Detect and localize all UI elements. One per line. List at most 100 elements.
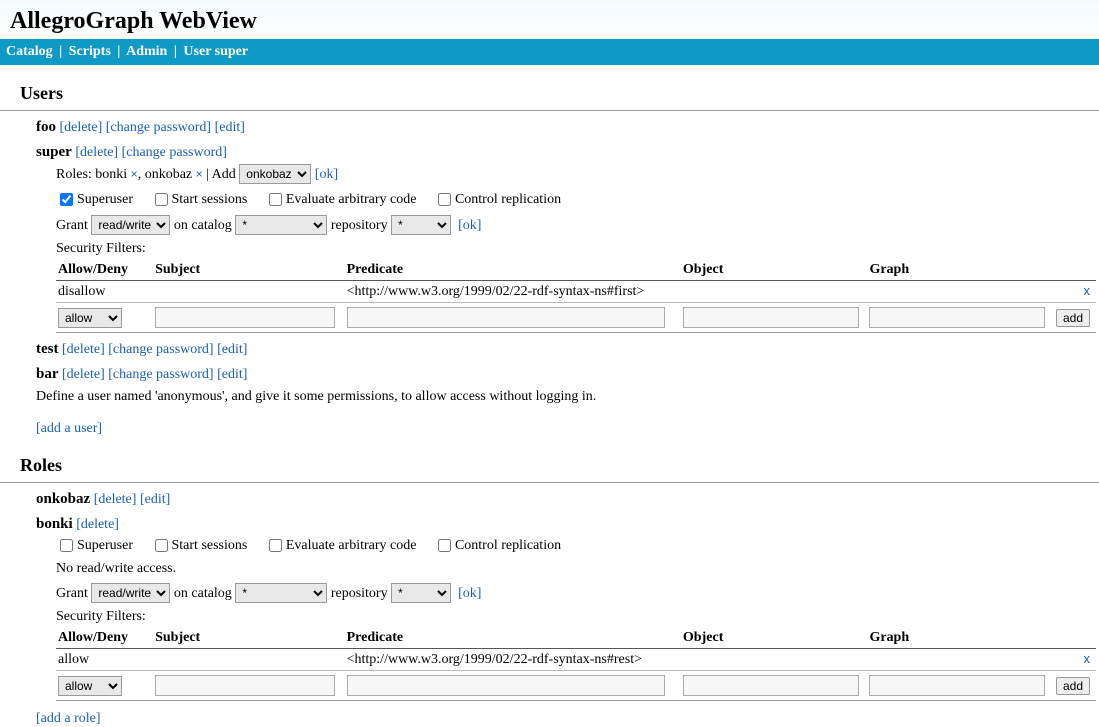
grant-ok[interactable]: [ok] bbox=[458, 218, 481, 233]
user-name: bar bbox=[36, 366, 59, 382]
user-name: foo bbox=[36, 119, 56, 135]
col-allow-deny: Allow/Deny bbox=[56, 260, 153, 281]
grant-row: Grant read/write on catalog * repository… bbox=[56, 212, 1099, 238]
change-password-link[interactable]: [change password] bbox=[122, 145, 227, 160]
change-password-link[interactable]: [change password] bbox=[108, 342, 213, 357]
remove-role-icon[interactable]: × bbox=[131, 167, 138, 181]
filter-predicate-input[interactable] bbox=[347, 307, 665, 328]
cb-control-replication[interactable] bbox=[438, 539, 451, 552]
add-role-ok[interactable]: [ok] bbox=[315, 167, 338, 182]
add-role-select[interactable]: onkobaz bbox=[239, 164, 311, 184]
no-rw-note: No read/write access. bbox=[56, 558, 1099, 580]
user-row-bar: bar [delete] [change password] [edit] bbox=[0, 358, 1099, 383]
role-row-onkobaz: onkobaz [delete] [edit] bbox=[0, 483, 1099, 508]
cb-eval-code[interactable] bbox=[269, 539, 282, 552]
edit-link[interactable]: [edit] bbox=[217, 367, 247, 382]
grant-rw-select[interactable]: read/write bbox=[91, 583, 170, 603]
nav-admin[interactable]: Admin bbox=[126, 44, 167, 59]
grant-repo-select[interactable]: * bbox=[391, 583, 451, 603]
permissions-row: Superuser Start sessions Evaluate arbitr… bbox=[56, 533, 1099, 558]
col-object: Object bbox=[681, 260, 868, 281]
add-role-link[interactable]: [add a role] bbox=[36, 711, 101, 726]
col-subject: Subject bbox=[153, 628, 345, 649]
filter-allow-select[interactable]: allow bbox=[58, 676, 122, 696]
cb-superuser[interactable] bbox=[60, 193, 73, 206]
security-filters-label: Security Filters: bbox=[56, 238, 1099, 260]
delete-link[interactable]: [delete] bbox=[60, 120, 103, 135]
user-name: super bbox=[36, 144, 72, 160]
change-password-link[interactable]: [change password] bbox=[106, 120, 211, 135]
role-row-bonki: bonki [delete] bbox=[0, 508, 1099, 533]
filter-subject-input[interactable] bbox=[155, 675, 335, 696]
filter-data-row: disallow <http://www.w3.org/1999/02/22-r… bbox=[56, 281, 1096, 303]
filter-input-row: allow add bbox=[56, 303, 1096, 333]
grant-repo-select[interactable]: * bbox=[391, 215, 451, 235]
filter-predicate-input[interactable] bbox=[347, 675, 665, 696]
edit-link[interactable]: [edit] bbox=[217, 342, 247, 357]
delete-link[interactable]: [delete] bbox=[75, 145, 118, 160]
edit-link[interactable]: [edit] bbox=[140, 492, 170, 507]
delete-link[interactable]: [delete] bbox=[94, 492, 137, 507]
filter-graph-input[interactable] bbox=[869, 675, 1045, 696]
role-name: bonki bbox=[36, 516, 73, 532]
grant-ok[interactable]: [ok] bbox=[458, 586, 481, 601]
remove-role-icon[interactable]: × bbox=[196, 167, 203, 181]
edit-link[interactable]: [edit] bbox=[215, 120, 245, 135]
filter-data-row: allow <http://www.w3.org/1999/02/22-rdf-… bbox=[56, 649, 1096, 671]
cb-start-sessions[interactable] bbox=[155, 193, 168, 206]
grant-catalog-select[interactable]: * bbox=[235, 583, 327, 603]
table-header-row: Allow/Deny Subject Predicate Object Grap… bbox=[56, 628, 1096, 649]
grant-rw-select[interactable]: read/write bbox=[91, 215, 170, 235]
nav-scripts[interactable]: Scripts bbox=[69, 44, 111, 59]
user-row-test: test [delete] [change password] [edit] bbox=[0, 333, 1099, 358]
col-object: Object bbox=[681, 628, 868, 649]
anonymous-note: Define a user named 'anonymous', and giv… bbox=[0, 383, 1099, 415]
security-filters-table: Allow/Deny Subject Predicate Object Grap… bbox=[56, 260, 1096, 333]
user-row-foo: foo [delete] [change password] [edit] bbox=[0, 111, 1099, 136]
cb-control-replication[interactable] bbox=[438, 193, 451, 206]
filter-subject-input[interactable] bbox=[155, 307, 335, 328]
change-password-link[interactable]: [change password] bbox=[108, 367, 213, 382]
table-header-row: Allow/Deny Subject Predicate Object Grap… bbox=[56, 260, 1096, 281]
filter-predicate-value: <http://www.w3.org/1999/02/22-rdf-syntax… bbox=[345, 649, 681, 671]
user-row-super: super [delete] [change password] bbox=[0, 136, 1099, 161]
add-filter-button[interactable]: add bbox=[1056, 677, 1090, 695]
delete-link[interactable]: [delete] bbox=[62, 367, 105, 382]
users-heading: Users bbox=[0, 65, 1099, 108]
user-name: test bbox=[36, 341, 59, 357]
delete-filter-icon[interactable]: x bbox=[1084, 283, 1091, 298]
delete-link[interactable]: [delete] bbox=[76, 517, 119, 532]
add-user-link[interactable]: [add a user] bbox=[36, 421, 102, 436]
role-name: onkobaz bbox=[36, 491, 90, 507]
grant-catalog-select[interactable]: * bbox=[235, 215, 327, 235]
security-filters-table: Allow/Deny Subject Predicate Object Grap… bbox=[56, 628, 1096, 701]
filter-predicate-value: <http://www.w3.org/1999/02/22-rdf-syntax… bbox=[345, 281, 681, 303]
col-graph: Graph bbox=[867, 260, 1053, 281]
grant-row: Grant read/write on catalog * repository… bbox=[56, 580, 1099, 606]
permissions-row: Superuser Start sessions Evaluate arbitr… bbox=[56, 187, 1099, 212]
delete-link[interactable]: [delete] bbox=[62, 342, 105, 357]
filter-allow-select[interactable]: allow bbox=[58, 308, 122, 328]
col-predicate: Predicate bbox=[345, 260, 681, 281]
nav-user[interactable]: User super bbox=[183, 44, 248, 59]
cb-superuser[interactable] bbox=[60, 539, 73, 552]
page-title: AllegroGraph WebView bbox=[0, 0, 1099, 39]
col-predicate: Predicate bbox=[345, 628, 681, 649]
role-bonki-detail: Superuser Start sessions Evaluate arbitr… bbox=[0, 533, 1099, 701]
filter-object-input[interactable] bbox=[683, 307, 859, 328]
nav-bar: Catalog | Scripts | Admin | User super bbox=[0, 39, 1099, 65]
col-subject: Subject bbox=[153, 260, 345, 281]
cb-eval-code[interactable] bbox=[269, 193, 282, 206]
filter-graph-input[interactable] bbox=[869, 307, 1045, 328]
delete-filter-icon[interactable]: x bbox=[1084, 651, 1091, 666]
col-graph: Graph bbox=[867, 628, 1053, 649]
cb-start-sessions[interactable] bbox=[155, 539, 168, 552]
add-filter-button[interactable]: add bbox=[1056, 309, 1090, 327]
nav-catalog[interactable]: Catalog bbox=[6, 44, 53, 59]
security-filters-label: Security Filters: bbox=[56, 606, 1099, 628]
filter-object-input[interactable] bbox=[683, 675, 859, 696]
col-allow-deny: Allow/Deny bbox=[56, 628, 153, 649]
filter-allow-value: disallow bbox=[56, 281, 153, 303]
user-super-detail: Roles: bonki ×, onkobaz × | Add onkobaz … bbox=[0, 161, 1099, 333]
roles-heading: Roles bbox=[0, 437, 1099, 480]
